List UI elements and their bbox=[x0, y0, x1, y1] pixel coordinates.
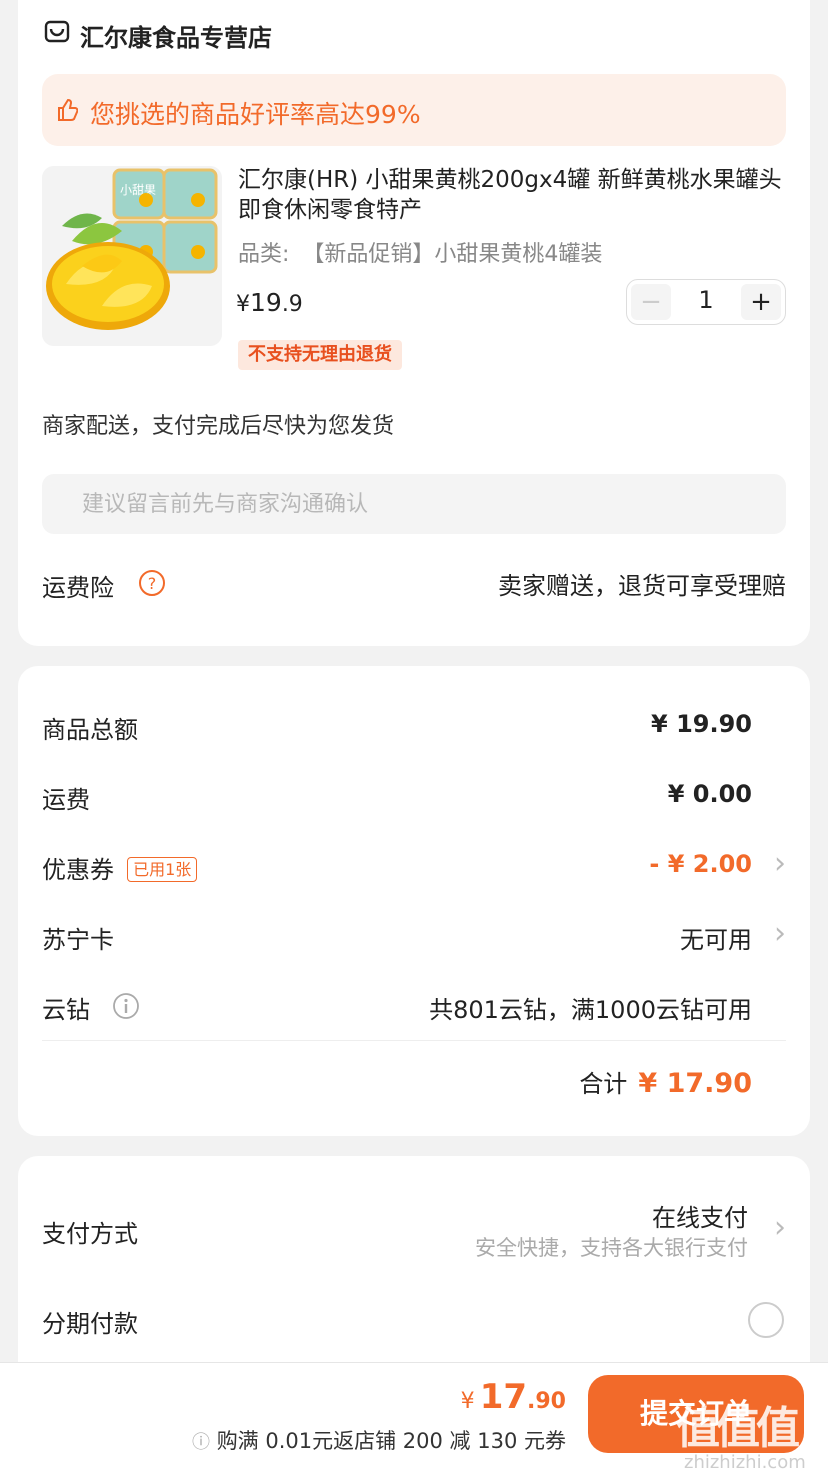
insurance-value: 卖家赠送，退货可享受理赔 bbox=[498, 572, 786, 600]
product-spec[interactable]: 品类: 【新品促销】小甜果黄桃4罐装 bbox=[238, 236, 602, 268]
payment-method-value: 在线支付 bbox=[652, 1204, 748, 1232]
decrease-button[interactable]: − bbox=[631, 284, 671, 320]
price-symbol: ¥ bbox=[236, 292, 250, 317]
increase-button[interactable]: + bbox=[741, 284, 781, 320]
coupon-badge: 已用1张 bbox=[127, 857, 198, 882]
payment-method-row[interactable]: 支付方式 在线支付 安全快捷，支持各大银行支付 › bbox=[42, 1196, 786, 1266]
payment-method-sub: 安全快捷，支持各大银行支付 bbox=[475, 1236, 748, 1260]
watermark-logo: 值值值 bbox=[676, 1403, 800, 1454]
goods-total-value: ¥ 19.90 bbox=[651, 710, 752, 738]
freight-value: ¥ 0.00 bbox=[667, 780, 752, 808]
quantity-stepper: − 1 + bbox=[626, 279, 786, 325]
bottom-price-symbol: ¥ bbox=[460, 1389, 475, 1414]
product-price: ¥19.9 bbox=[236, 288, 303, 317]
total-row: 合计 ¥ 17.90 bbox=[579, 1064, 752, 1099]
thumbs-up-icon bbox=[56, 98, 79, 126]
watermark-url: zhizhizhi.com bbox=[684, 1452, 806, 1473]
note-input[interactable] bbox=[42, 474, 786, 534]
no-return-tag: 不支持无理由退货 bbox=[238, 340, 402, 370]
chevron-right-icon: › bbox=[774, 916, 786, 951]
freight-label: 运费 bbox=[42, 786, 90, 814]
product-title[interactable]: 汇尔康(HR) 小甜果黄桃200gx4罐 新鲜黄桃水果罐头即食休闲零食特产 bbox=[238, 165, 788, 225]
store-name[interactable]: 汇尔康食品专营店 bbox=[80, 18, 272, 53]
spec-value: 【新品促销】小甜果黄桃4罐装 bbox=[302, 242, 603, 267]
summary-card: 商品总额 ¥ 19.90 运费 ¥ 0.00 优惠券 已用1张 - ¥ 2.00… bbox=[18, 666, 810, 1136]
promo-row[interactable]: ⓘ 购满 0.01元返店铺 200 减 130 元券 bbox=[192, 1425, 566, 1455]
product-image[interactable]: 小甜果 bbox=[42, 166, 222, 346]
installment-radio[interactable] bbox=[748, 1302, 784, 1338]
rating-banner-text: 您挑选的商品好评率高达99% bbox=[90, 100, 421, 129]
coupon-row[interactable]: 优惠券 已用1张 - ¥ 2.00 › bbox=[42, 846, 786, 884]
quantity-value[interactable]: 1 bbox=[673, 286, 739, 314]
spec-label: 品类: bbox=[238, 242, 290, 267]
bottom-price: ¥ 17.90 bbox=[461, 1377, 566, 1417]
product-card: 汇尔康食品专营店 您挑选的商品好评率高达99% 小甜果 汇尔康(HR) 小甜果黄… bbox=[18, 0, 810, 646]
chevron-right-icon: › bbox=[774, 846, 786, 881]
card-value: 无可用 bbox=[680, 926, 752, 954]
price-dec: .9 bbox=[281, 292, 303, 317]
insurance-label: 运费险 bbox=[42, 574, 114, 602]
info-icon[interactable] bbox=[112, 992, 140, 1024]
goods-total-label: 商品总额 bbox=[42, 716, 138, 744]
coupon-value: - ¥ 2.00 bbox=[649, 850, 752, 878]
summary-divider bbox=[42, 1040, 786, 1041]
bottom-price-dec: .90 bbox=[527, 1389, 566, 1414]
chevron-right-icon: › bbox=[774, 1210, 786, 1245]
coupon-label: 优惠券 bbox=[42, 856, 114, 884]
diamond-value: 共801云钻，满1000云钻可用 bbox=[429, 996, 752, 1024]
installment-label: 分期付款 bbox=[42, 1310, 138, 1338]
svg-text:?: ? bbox=[148, 574, 157, 593]
total-value: ¥ 17.90 bbox=[638, 1068, 752, 1099]
price-int: 19 bbox=[250, 288, 282, 317]
store-icon bbox=[44, 18, 70, 44]
shipping-info: 商家配送，支付完成后尽快为您发货 bbox=[42, 414, 395, 439]
total-label: 合计 bbox=[579, 1070, 628, 1098]
help-icon[interactable]: ? bbox=[138, 569, 166, 601]
payment-method-label: 支付方式 bbox=[42, 1220, 138, 1248]
card-row[interactable]: 苏宁卡 无可用 › bbox=[42, 916, 786, 954]
promo-text: 购满 0.01元返店铺 200 减 130 元券 bbox=[216, 1429, 566, 1453]
info-icon: ⓘ bbox=[192, 1432, 210, 1453]
bottom-price-int: 17 bbox=[479, 1377, 528, 1417]
diamond-label: 云钻 bbox=[42, 996, 90, 1024]
card-label: 苏宁卡 bbox=[42, 926, 114, 954]
